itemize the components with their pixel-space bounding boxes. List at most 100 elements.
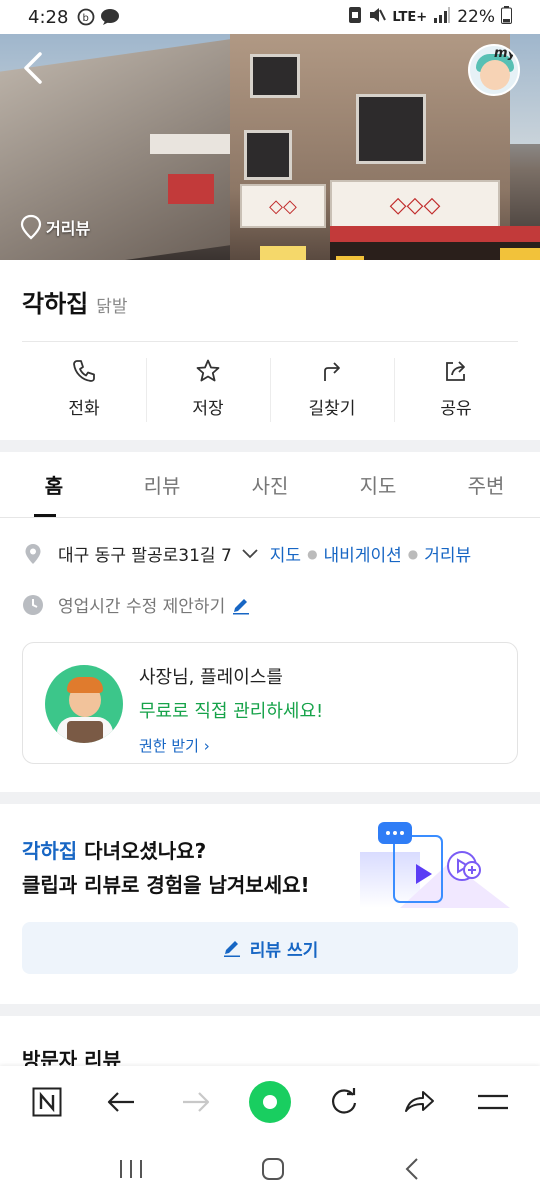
- share-icon: [446, 361, 465, 381]
- naver-home-button[interactable]: [248, 1080, 292, 1124]
- naver-n-icon: [32, 1087, 62, 1117]
- tab-photos[interactable]: 사진: [216, 452, 324, 517]
- call-button[interactable]: 전화: [22, 358, 146, 424]
- my-profile-avatar[interactable]: my: [468, 44, 520, 96]
- star-icon: [196, 359, 220, 382]
- street-view-link[interactable]: 거리뷰: [424, 541, 471, 566]
- my-label: my: [493, 46, 516, 61]
- place-title: 각하집 닭발: [22, 284, 128, 319]
- section-separator: [0, 440, 540, 452]
- map-link[interactable]: 지도: [270, 541, 301, 566]
- review-prompt-line1: 각하집 다녀오셨나요?: [22, 834, 310, 868]
- phone-icon: [73, 360, 95, 382]
- app-b-icon: b: [76, 7, 96, 27]
- status-bar: 4:28 b LTE+ 22%: [0, 0, 540, 34]
- owner-illustration: [45, 665, 123, 743]
- review-prompt-line2: 클립과 리뷰로 경험을 남겨보세요!: [22, 873, 310, 897]
- chevron-down-icon[interactable]: [240, 547, 260, 561]
- owner-card-line1: 사장님, 플레이스를: [139, 667, 283, 688]
- refresh-icon: [332, 1088, 357, 1114]
- recent-apps-icon: [120, 1160, 142, 1178]
- write-review-label: 리뷰 쓰기: [249, 940, 319, 961]
- section-separator: [0, 1004, 540, 1016]
- claim-link-label: 권한 받기: [139, 737, 199, 755]
- photo-banner: [336, 256, 364, 260]
- browser-forward-button[interactable]: [174, 1080, 218, 1124]
- hours-suggest-link[interactable]: 영업시간 수정 제안하기: [58, 592, 225, 617]
- back-arrow-button[interactable]: [18, 48, 50, 88]
- chat-icon: [100, 7, 120, 27]
- review-prompt: 각하집 다녀오셨나요? 클립과 리뷰로 경험을 남겨보세요!: [22, 834, 310, 902]
- clip-review-illustration: [360, 822, 510, 908]
- tab-home[interactable]: 홈: [0, 452, 108, 517]
- photo-window: [250, 54, 300, 98]
- address-row: 대구 동구 팔공로31길 7 지도 ● 내비게이션 ● 거리뷰: [22, 541, 471, 566]
- refresh-button[interactable]: [322, 1080, 366, 1124]
- review-prompt-line1-rest: 다녀오셨나요?: [77, 839, 207, 863]
- browser-back-button[interactable]: [99, 1080, 143, 1124]
- photo-banner: [260, 246, 306, 260]
- owner-card-text: 사장님, 플레이스를 무료로 직접 관리하세요! 권한 받기 ›: [139, 663, 323, 756]
- location-pin-icon: [20, 214, 42, 240]
- owner-claim-card[interactable]: 사장님, 플레이스를 무료로 직접 관리하세요! 권한 받기 ›: [22, 642, 518, 764]
- svg-text:b: b: [83, 13, 89, 24]
- review-prompt-place: 각하집: [22, 839, 78, 863]
- hours-row: 영업시간 수정 제안하기: [22, 592, 251, 617]
- owner-card-line2: 무료로 직접 관리하세요!: [139, 701, 324, 722]
- separator-dot: ●: [407, 546, 419, 561]
- address-text[interactable]: 대구 동구 팔공로31길 7: [58, 541, 232, 566]
- system-nav-bar: [0, 1138, 540, 1204]
- photo-window: [356, 94, 426, 164]
- location-pin-icon: [25, 543, 41, 564]
- browser-toolbar: [0, 1066, 540, 1138]
- network-label: LTE+: [392, 9, 428, 25]
- mute-icon: [368, 6, 387, 29]
- navigation-link[interactable]: 내비게이션: [324, 541, 402, 566]
- status-time: 4:28: [28, 6, 69, 28]
- pencil-icon: [223, 941, 240, 957]
- save-button[interactable]: 저장: [146, 358, 270, 424]
- share-page-button[interactable]: [397, 1080, 441, 1124]
- directions-icon: [324, 362, 340, 381]
- tab-map[interactable]: 지도: [324, 452, 432, 517]
- tab-reviews[interactable]: 리뷰: [108, 452, 216, 517]
- battery-icon: [501, 5, 512, 29]
- divider: [22, 341, 518, 342]
- share-label: 공유: [440, 399, 472, 419]
- visitor-reviews-title: 방문자 리뷰: [22, 1048, 121, 1066]
- write-review-button[interactable]: 리뷰 쓰기: [22, 922, 518, 974]
- home-button[interactable]: [260, 1156, 286, 1186]
- tab-nearby[interactable]: 주변: [432, 452, 540, 517]
- claim-link[interactable]: 권한 받기 ›: [139, 735, 323, 756]
- action-bar: 전화 저장 길찾기 공유: [22, 358, 518, 424]
- arrow-right-icon: [182, 1092, 209, 1112]
- home-square-icon: [262, 1158, 284, 1180]
- directions-label: 길찾기: [308, 399, 356, 419]
- photo-shop-sign: ◇◇: [240, 184, 326, 228]
- street-view-badge[interactable]: 거리뷰: [20, 214, 90, 240]
- place-category: 닭발: [96, 297, 128, 317]
- forward-share-icon: [404, 1091, 434, 1112]
- naver-n-button[interactable]: [25, 1080, 69, 1124]
- recent-apps-button[interactable]: [118, 1158, 144, 1184]
- directions-button[interactable]: 길찾기: [270, 358, 394, 424]
- share-button[interactable]: 공유: [394, 358, 518, 424]
- illus-apron: [67, 721, 103, 743]
- back-chevron-icon: [405, 1158, 418, 1180]
- signal-icon: [433, 6, 451, 28]
- call-label: 전화: [68, 399, 100, 419]
- photo-window: [244, 130, 292, 180]
- back-button[interactable]: [402, 1156, 422, 1186]
- tab-bar: 홈 리뷰 사진 지도 주변: [0, 452, 540, 518]
- photo-white-sign: [150, 134, 230, 154]
- pencil-icon[interactable]: [231, 595, 251, 615]
- menu-button[interactable]: [471, 1080, 515, 1124]
- avatar-face: [480, 60, 510, 90]
- photo-red-sign: [168, 174, 214, 204]
- photo-banner: [500, 248, 540, 260]
- arrow-left-icon: [108, 1092, 135, 1112]
- illus-hair: [67, 677, 103, 693]
- save-label: 저장: [192, 399, 224, 419]
- separator-dot: ●: [307, 546, 318, 561]
- hamburger-menu-icon: [477, 1094, 508, 1110]
